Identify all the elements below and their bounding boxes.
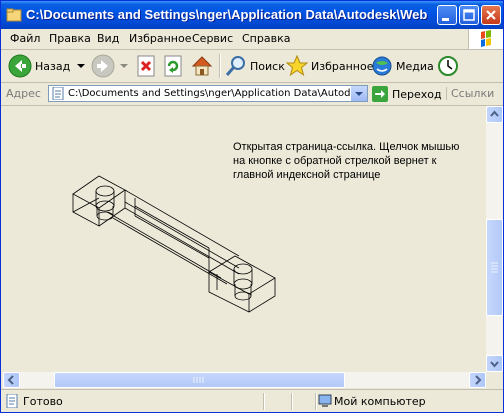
search-label: Поиск bbox=[250, 59, 285, 73]
horizontal-scrollbar[interactable] bbox=[3, 372, 486, 388]
history-icon bbox=[438, 56, 458, 76]
page-status-icon bbox=[6, 394, 18, 408]
forward-arrow-icon bbox=[91, 54, 115, 78]
menu-help[interactable]: Справка bbox=[242, 32, 290, 45]
chevron-down-icon bbox=[355, 92, 363, 96]
address-label: Адрес bbox=[6, 87, 41, 100]
back-button[interactable]: Назад bbox=[8, 53, 86, 79]
computer-icon bbox=[318, 394, 332, 407]
status-bar: Готово Мой компьютер bbox=[1, 389, 503, 412]
address-input[interactable]: C:\Documents and Settings\nger\Applicati… bbox=[48, 85, 368, 102]
close-icon bbox=[486, 10, 496, 20]
maximize-button[interactable] bbox=[459, 5, 479, 25]
home-icon bbox=[191, 56, 213, 76]
refresh-button[interactable] bbox=[163, 53, 185, 79]
media-label: Медиа bbox=[396, 59, 434, 73]
grip-icon bbox=[193, 377, 204, 383]
vertical-scrollbar[interactable] bbox=[486, 106, 503, 372]
go-button[interactable]: Переход bbox=[372, 85, 442, 103]
scroll-left-button[interactable] bbox=[3, 372, 20, 388]
forward-dropdown-icon[interactable] bbox=[119, 62, 129, 70]
media-icon bbox=[372, 56, 392, 76]
go-arrow-icon bbox=[372, 86, 388, 102]
menu-file[interactable]: Файл bbox=[10, 32, 40, 45]
scroll-up-button[interactable] bbox=[486, 106, 503, 123]
address-bar: Адрес C:\Documents and Settings\nger\App… bbox=[1, 83, 503, 106]
folder-icon bbox=[6, 8, 22, 22]
status-divider bbox=[291, 393, 293, 410]
horizontal-scroll-thumb[interactable] bbox=[54, 372, 345, 388]
menu-edit[interactable]: Правка bbox=[49, 32, 91, 45]
menu-tools[interactable]: Сервис bbox=[192, 32, 233, 45]
scrollbar-corner bbox=[486, 372, 503, 388]
status-divider bbox=[315, 393, 317, 410]
page-content: Открытая страница-ссылка. Щелчок мышью н… bbox=[3, 106, 486, 372]
arrow-left-icon bbox=[7, 375, 14, 385]
status-divider bbox=[263, 393, 265, 410]
windows-logo bbox=[468, 29, 503, 49]
status-zone: Мой компьютер bbox=[334, 395, 426, 408]
refresh-icon bbox=[164, 55, 182, 77]
status-text: Готово bbox=[23, 395, 63, 408]
menu-bar: Файл Правка Вид Избранное Сервис Справка bbox=[1, 29, 503, 50]
arrow-right-icon bbox=[475, 375, 482, 385]
search-button[interactable]: Поиск bbox=[225, 53, 285, 79]
go-label: Переход bbox=[392, 87, 442, 101]
page-text: Открытая страница-ссылка. Щелчок мышью н… bbox=[233, 141, 460, 181]
favorites-label: Избранное bbox=[311, 59, 374, 73]
toolbar: Назад Поиск Избранное Медиа bbox=[1, 50, 503, 83]
history-button[interactable] bbox=[437, 53, 459, 79]
maximize-icon bbox=[463, 9, 475, 21]
star-icon bbox=[286, 55, 308, 77]
minimize-icon bbox=[442, 18, 449, 21]
address-dropdown-button[interactable] bbox=[350, 86, 367, 101]
back-dropdown-icon[interactable] bbox=[76, 62, 86, 70]
stop-button[interactable] bbox=[136, 53, 158, 79]
scroll-down-button[interactable] bbox=[486, 355, 503, 372]
back-arrow-icon bbox=[8, 54, 32, 78]
menu-view[interactable]: Вид bbox=[97, 32, 119, 45]
window-title: C:\Documents and Settings\nger\Applicati… bbox=[26, 7, 431, 22]
arrow-down-icon bbox=[490, 361, 499, 368]
links-button[interactable]: Ссылки bbox=[446, 87, 494, 100]
stop-icon bbox=[137, 55, 155, 77]
back-label: Назад bbox=[35, 59, 71, 73]
toolbar-separator bbox=[219, 54, 221, 78]
home-button[interactable] bbox=[190, 53, 214, 79]
favorites-button[interactable]: Избранное bbox=[286, 53, 373, 79]
browser-window: C:\Documents and Settings\nger\Applicati… bbox=[0, 0, 504, 413]
search-icon bbox=[225, 56, 245, 76]
page-icon bbox=[52, 87, 64, 100]
close-button[interactable] bbox=[481, 5, 501, 25]
grip-icon bbox=[491, 262, 498, 273]
minimize-button[interactable] bbox=[437, 5, 457, 25]
forward-button[interactable] bbox=[91, 53, 129, 79]
media-button[interactable]: Медиа bbox=[371, 53, 434, 79]
address-value: C:\Documents and Settings\nger\Applicati… bbox=[68, 88, 350, 99]
menu-favorites[interactable]: Избранное bbox=[129, 32, 191, 45]
title-bar[interactable]: C:\Documents and Settings\nger\Applicati… bbox=[1, 1, 503, 29]
windows-flag-icon bbox=[481, 30, 491, 47]
vertical-scroll-thumb[interactable] bbox=[486, 219, 503, 316]
scroll-right-button[interactable] bbox=[469, 372, 486, 388]
arrow-up-icon bbox=[490, 110, 499, 117]
